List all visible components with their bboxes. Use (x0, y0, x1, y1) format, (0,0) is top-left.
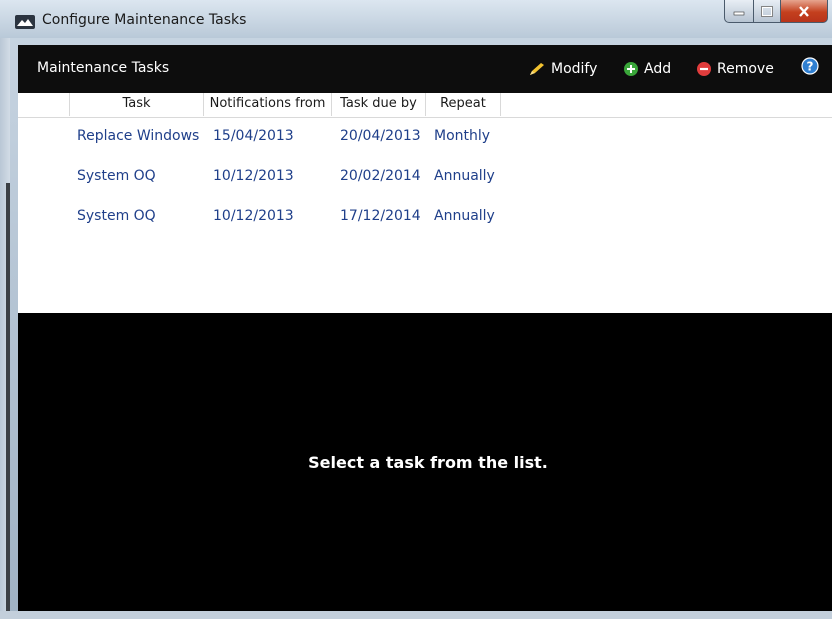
task-name: System OQ (77, 168, 156, 184)
column-header-task[interactable]: Task (70, 93, 204, 116)
table-row[interactable]: Replace Windows 15/04/2013 20/04/2013 Mo… (18, 128, 832, 160)
window-frame-bottom (0, 611, 832, 619)
due-date: 17/12/2014 (340, 208, 421, 224)
help-button[interactable]: ? (801, 54, 824, 78)
section-title: Maintenance Tasks (37, 60, 170, 76)
pencil-icon (528, 61, 546, 77)
modify-button[interactable]: Modify (528, 57, 597, 81)
repeat-value: Annually (434, 168, 495, 184)
close-icon (799, 5, 809, 17)
maintenance-header: Maintenance Tasks Modify Add Remove ? (18, 45, 832, 93)
due-date: 20/04/2013 (340, 128, 421, 144)
minimize-button[interactable] (724, 0, 754, 23)
maximize-button[interactable] (754, 0, 781, 23)
app-icon (15, 14, 35, 29)
title-bar[interactable]: Configure Maintenance Tasks (0, 0, 832, 38)
svg-text:?: ? (807, 60, 814, 74)
repeat-value: Monthly (434, 128, 491, 144)
notification-date: 15/04/2013 (213, 128, 294, 144)
repeat-value: Annually (434, 208, 495, 224)
task-list: Task Notifications from Task due by Repe… (18, 93, 832, 313)
remove-label: Remove (717, 61, 774, 77)
app-window: Configure Maintenance Tasks Maintenance … (0, 0, 832, 619)
remove-circle-icon (696, 61, 712, 77)
due-date: 20/02/2014 (340, 168, 421, 184)
close-button[interactable] (781, 0, 828, 23)
modify-label: Modify (551, 61, 598, 77)
task-details-panel: Select a task from the list. (18, 313, 832, 611)
column-header-task-due-by[interactable]: Task due by (332, 93, 426, 116)
task-name: System OQ (77, 208, 156, 224)
table-row[interactable]: System OQ 10/12/2013 17/12/2014 Annually (18, 208, 832, 240)
window-controls (724, 0, 828, 24)
column-header-repeat[interactable]: Repeat (426, 93, 501, 116)
notification-date: 10/12/2013 (213, 168, 294, 184)
column-header-spacer (18, 93, 70, 116)
task-name: Replace Windows (77, 128, 200, 144)
notification-date: 10/12/2013 (213, 208, 294, 224)
list-header: Task Notifications from Task due by Repe… (18, 93, 832, 118)
help-icon: ? (801, 57, 819, 75)
add-label: Add (644, 61, 672, 77)
column-header-notifications-from[interactable]: Notifications from (204, 93, 332, 116)
table-row[interactable]: System OQ 10/12/2013 20/02/2014 Annually (18, 168, 832, 200)
window-frame-left (0, 38, 10, 619)
maximize-icon (761, 5, 773, 17)
add-circle-icon (623, 61, 639, 77)
remove-button[interactable]: Remove (696, 57, 774, 81)
window-title: Configure Maintenance Tasks (42, 12, 247, 28)
add-button[interactable]: Add (623, 57, 671, 81)
minimize-icon (733, 11, 745, 16)
empty-selection-message: Select a task from the list. (308, 453, 548, 472)
